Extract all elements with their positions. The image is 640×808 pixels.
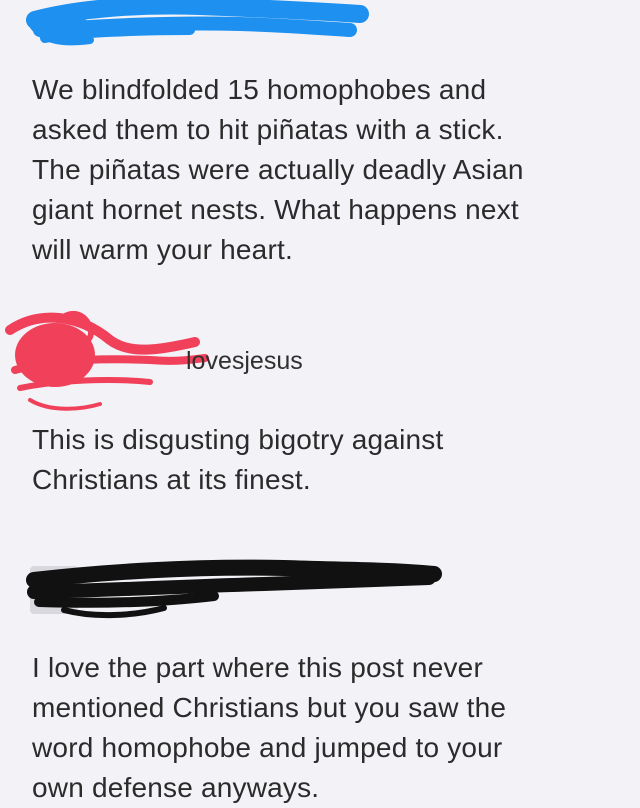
comment-1-text: This is disgusting bigotry against Chris… xyxy=(32,424,444,495)
redacted-avatar-scribble-red xyxy=(5,310,209,411)
redacted-username-scribble-black xyxy=(26,559,442,619)
screenshot-feed: We blindfolded 15 homophobes and asked t… xyxy=(0,0,640,803)
comment-2-text: I love the part where this post never me… xyxy=(32,652,507,803)
post-text: We blindfolded 15 homophobes and asked t… xyxy=(32,74,524,265)
redacted-username-scribble-blue xyxy=(26,0,369,46)
comment-1-username[interactable]: lovesjesus xyxy=(186,346,303,376)
